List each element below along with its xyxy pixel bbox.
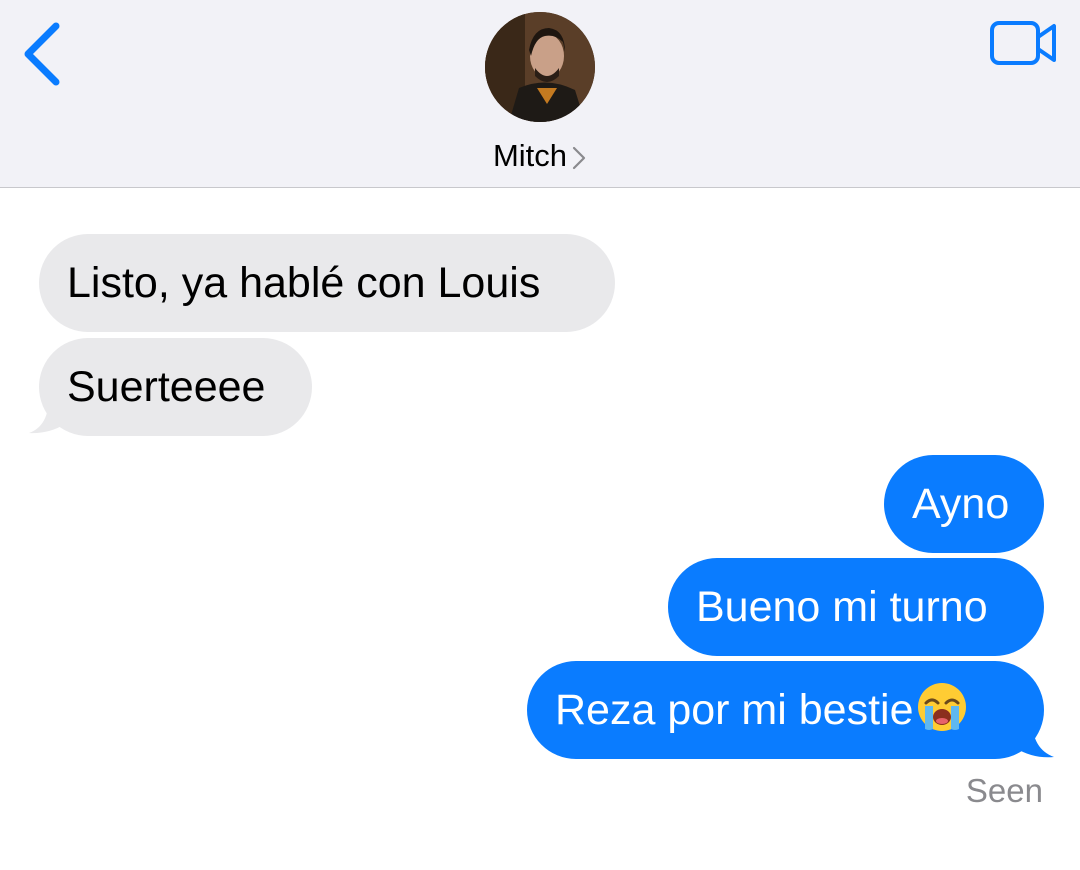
message-bubble-outgoing[interactable]: Ayno (884, 455, 1044, 553)
message-bubble-outgoing[interactable]: Bueno mi turno (668, 558, 1044, 656)
avatar-photo (485, 12, 595, 122)
read-receipt: Seen (965, 772, 1043, 809)
message-text: Bueno mi turno (696, 583, 988, 631)
message-bubble-incoming[interactable]: Listo, ya hablé con Louis (39, 234, 615, 332)
message-text: Suerteeee (67, 363, 266, 411)
chevron-left-icon (24, 22, 60, 86)
conversation-header: Mitch (0, 0, 1080, 188)
outgoing-bubble-tail (1014, 719, 1054, 758)
incoming-bubble-tail (29, 396, 65, 434)
message-bubble-incoming[interactable]: Suerteeee (39, 338, 312, 436)
avatar[interactable] (485, 12, 595, 122)
chevron-right-icon (572, 146, 586, 169)
video-camera-icon (990, 21, 1056, 65)
message-text: Ayno (912, 480, 1010, 528)
video-call-button[interactable] (988, 18, 1060, 68)
contact-name: Mitch (492, 138, 568, 173)
message-text: Listo, ya hablé con Louis (67, 259, 541, 307)
loudly-crying-face-icon (917, 683, 966, 731)
back-button[interactable] (18, 18, 66, 88)
contact-name-button[interactable]: Mitch (0, 138, 1080, 174)
message-bubble-outgoing[interactable]: Reza por mi bestie (527, 661, 1044, 759)
message-text: Reza por mi bestie (555, 686, 914, 734)
